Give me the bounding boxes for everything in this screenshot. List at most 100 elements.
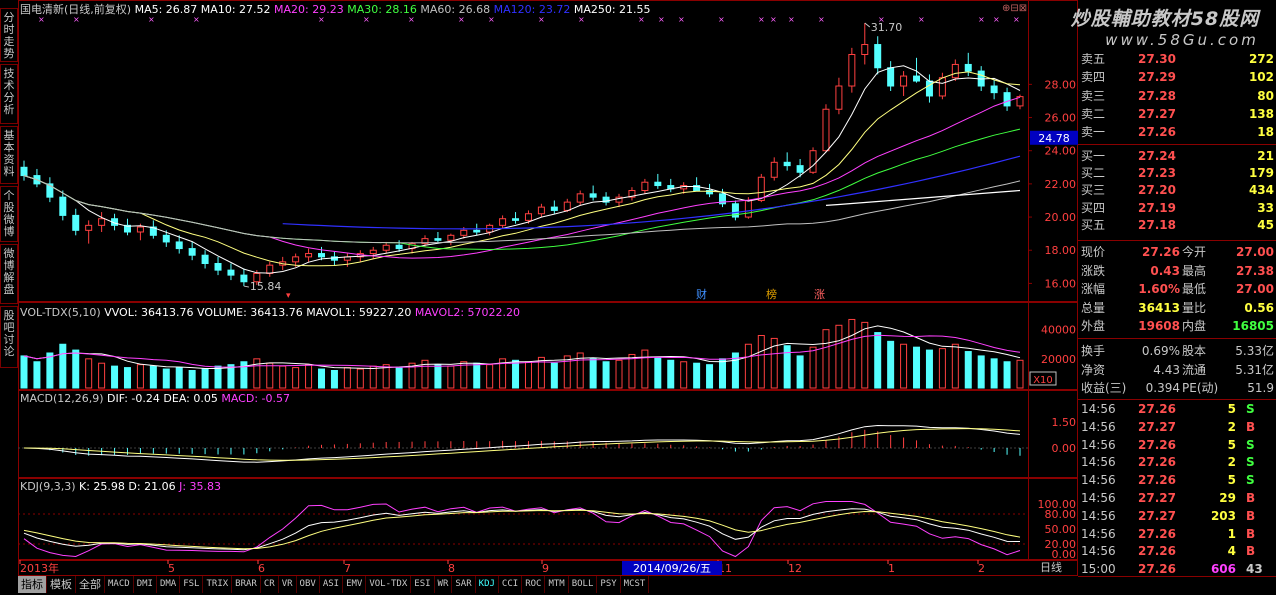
candle: [447, 234, 455, 241]
left-tab-5[interactable]: 股吧讨论: [0, 306, 18, 368]
quote-value-2: 16805: [1232, 319, 1274, 334]
indicator-tab-wr[interactable]: WR: [435, 576, 453, 593]
indicator-tab-brar[interactable]: BRAR: [232, 576, 261, 593]
fund-row-1: 净资 4.43 流通 5.31亿: [1078, 361, 1276, 379]
fund-label: 换手: [1081, 344, 1106, 358]
buy-price: 27.23: [1138, 166, 1176, 181]
quote-label-2: 量比: [1182, 300, 1207, 315]
low-pointer: [243, 285, 249, 288]
indicator-tab-emv[interactable]: EMV: [343, 576, 367, 593]
info-mark: ×: [788, 15, 795, 24]
tick-vol: 5: [1227, 473, 1236, 488]
vol-unit-label: X10: [1033, 375, 1053, 386]
tick-row-4: 14:56 27.26 5 S: [1078, 471, 1276, 489]
tick-row-3: 14:56 27.26 2 S: [1078, 453, 1276, 471]
ma-line-10: [23, 71, 1021, 267]
vol-value-1: VOLUME: 36413.76: [193, 306, 303, 319]
macd-value-2: MACD: -0.57: [217, 392, 290, 405]
candle: [434, 238, 442, 241]
info-mark: ×: [193, 15, 200, 24]
macd-dif-line: [23, 424, 1021, 463]
candle: [524, 213, 532, 221]
candle: [395, 244, 403, 250]
tick-side: B: [1246, 419, 1256, 434]
fund-row-2: 收益(三) 0.394 PE(动) 51.9: [1078, 379, 1276, 397]
candle: [951, 63, 959, 79]
left-tab-4[interactable]: 微博解盘: [0, 244, 18, 304]
indicator-tab-obv[interactable]: OBV: [297, 576, 320, 593]
candle: [589, 193, 597, 198]
indicator-tab-trix[interactable]: TRIX: [203, 576, 233, 593]
event-marker-1: 榜: [766, 287, 777, 301]
volume-bar: [913, 346, 921, 389]
close-icon[interactable]: ⊠: [1019, 3, 1027, 14]
volume-bar: [887, 340, 895, 389]
volume-bar: [874, 332, 882, 389]
time-tick-1: 5: [168, 562, 175, 575]
volume-bar: [214, 365, 222, 389]
tick-side: B: [1246, 508, 1256, 523]
quote-value: 0.43: [1150, 263, 1180, 278]
volume-bar: [848, 318, 856, 389]
indicator-tab-cci[interactable]: CCI: [499, 576, 523, 593]
left-tab-1[interactable]: 技术分析: [0, 64, 18, 124]
sell-price: 27.28: [1138, 88, 1176, 103]
period-label[interactable]: 日线: [1040, 561, 1062, 574]
indicator-tab-指标[interactable]: 指标: [18, 576, 47, 593]
quote-value-2: 27.00: [1236, 245, 1274, 259]
indicator-tab-sar[interactable]: SAR: [452, 576, 476, 593]
indicator-tab-mtm[interactable]: MTM: [545, 576, 569, 593]
left-tab-2[interactable]: 基本资料: [0, 126, 18, 184]
indicator-tab-vr[interactable]: VR: [279, 576, 297, 593]
macd-value-0: DIF: -0.24: [107, 392, 160, 405]
indicator-tab-dmi[interactable]: DMI: [134, 576, 157, 593]
buy-price: 27.20: [1138, 183, 1176, 198]
indicator-tab-vol-tdx[interactable]: VOL-TDX: [366, 576, 412, 593]
indicator-tab-全部[interactable]: 全部: [76, 576, 105, 593]
indicator-tab-模板[interactable]: 模板: [47, 576, 76, 593]
volume-bar: [279, 365, 287, 389]
volume-bar: [977, 355, 985, 389]
indicator-tab-boll[interactable]: BOLL: [569, 576, 598, 593]
kdj-title: KDJ(9,3,3): [20, 480, 76, 493]
tick-vol: 1: [1227, 526, 1236, 541]
candle: [913, 75, 921, 82]
price-tick-3: 22.00: [1045, 178, 1077, 191]
indicator-tab-psy[interactable]: PSY: [597, 576, 621, 593]
indicator-tab-macd[interactable]: MACD: [105, 576, 134, 593]
indicator-tab-asi[interactable]: ASI: [320, 576, 344, 593]
info-mark: ×: [678, 15, 685, 24]
indicator-tab-bar: 指标 模板 全部 MACD DMI DMA FSL TRIX BRAR CR VR OBV ASI EMV…: [18, 576, 1078, 595]
volume-bar: [201, 368, 209, 389]
sell-label: 卖三: [1081, 88, 1106, 103]
indicator-tab-dma[interactable]: DMA: [157, 576, 181, 593]
volume-bar: [809, 346, 817, 389]
indicator-tab-cr[interactable]: CR: [261, 576, 279, 593]
buy-row-3: 买四 27.19 33: [1078, 199, 1276, 217]
indicator-tab-mcst[interactable]: MCST: [621, 576, 650, 593]
candle: [59, 196, 67, 216]
window-controls[interactable]: ⊕⊟⊠: [1002, 2, 1027, 15]
candle: [874, 44, 882, 69]
volume-bar: [149, 365, 157, 389]
volume-bar: [292, 367, 300, 389]
left-tab-0[interactable]: 分时走势: [0, 8, 18, 62]
indicator-tab-fsl[interactable]: FSL: [180, 576, 204, 593]
kdj-header: KDJ(9,3,3) K: 25.98 D: 21.06 J: 35.83: [20, 480, 221, 493]
candle: [550, 206, 558, 211]
volume-bar: [343, 367, 351, 389]
volume-bar: [175, 367, 183, 389]
candle: [266, 264, 274, 274]
left-tab-3[interactable]: 个股微博: [0, 186, 18, 242]
volume-bar: [900, 343, 908, 389]
quote-row-0: 现价 27.26 今开 27.00: [1078, 243, 1276, 261]
fund-value: 0.69%: [1141, 344, 1180, 358]
indicator-tab-esi[interactable]: ESI: [411, 576, 435, 593]
restore-icon[interactable]: ⊟: [1010, 3, 1018, 14]
price-tick-5: 18.00: [1045, 244, 1077, 257]
quote-value-2: 27.38: [1236, 263, 1274, 278]
indicator-tab-roc[interactable]: ROC: [522, 576, 546, 593]
indicator-tab-kdj[interactable]: KDJ: [476, 576, 499, 593]
mavol-line-10: [23, 334, 1021, 368]
macd-title: MACD(12,26,9): [20, 392, 104, 405]
